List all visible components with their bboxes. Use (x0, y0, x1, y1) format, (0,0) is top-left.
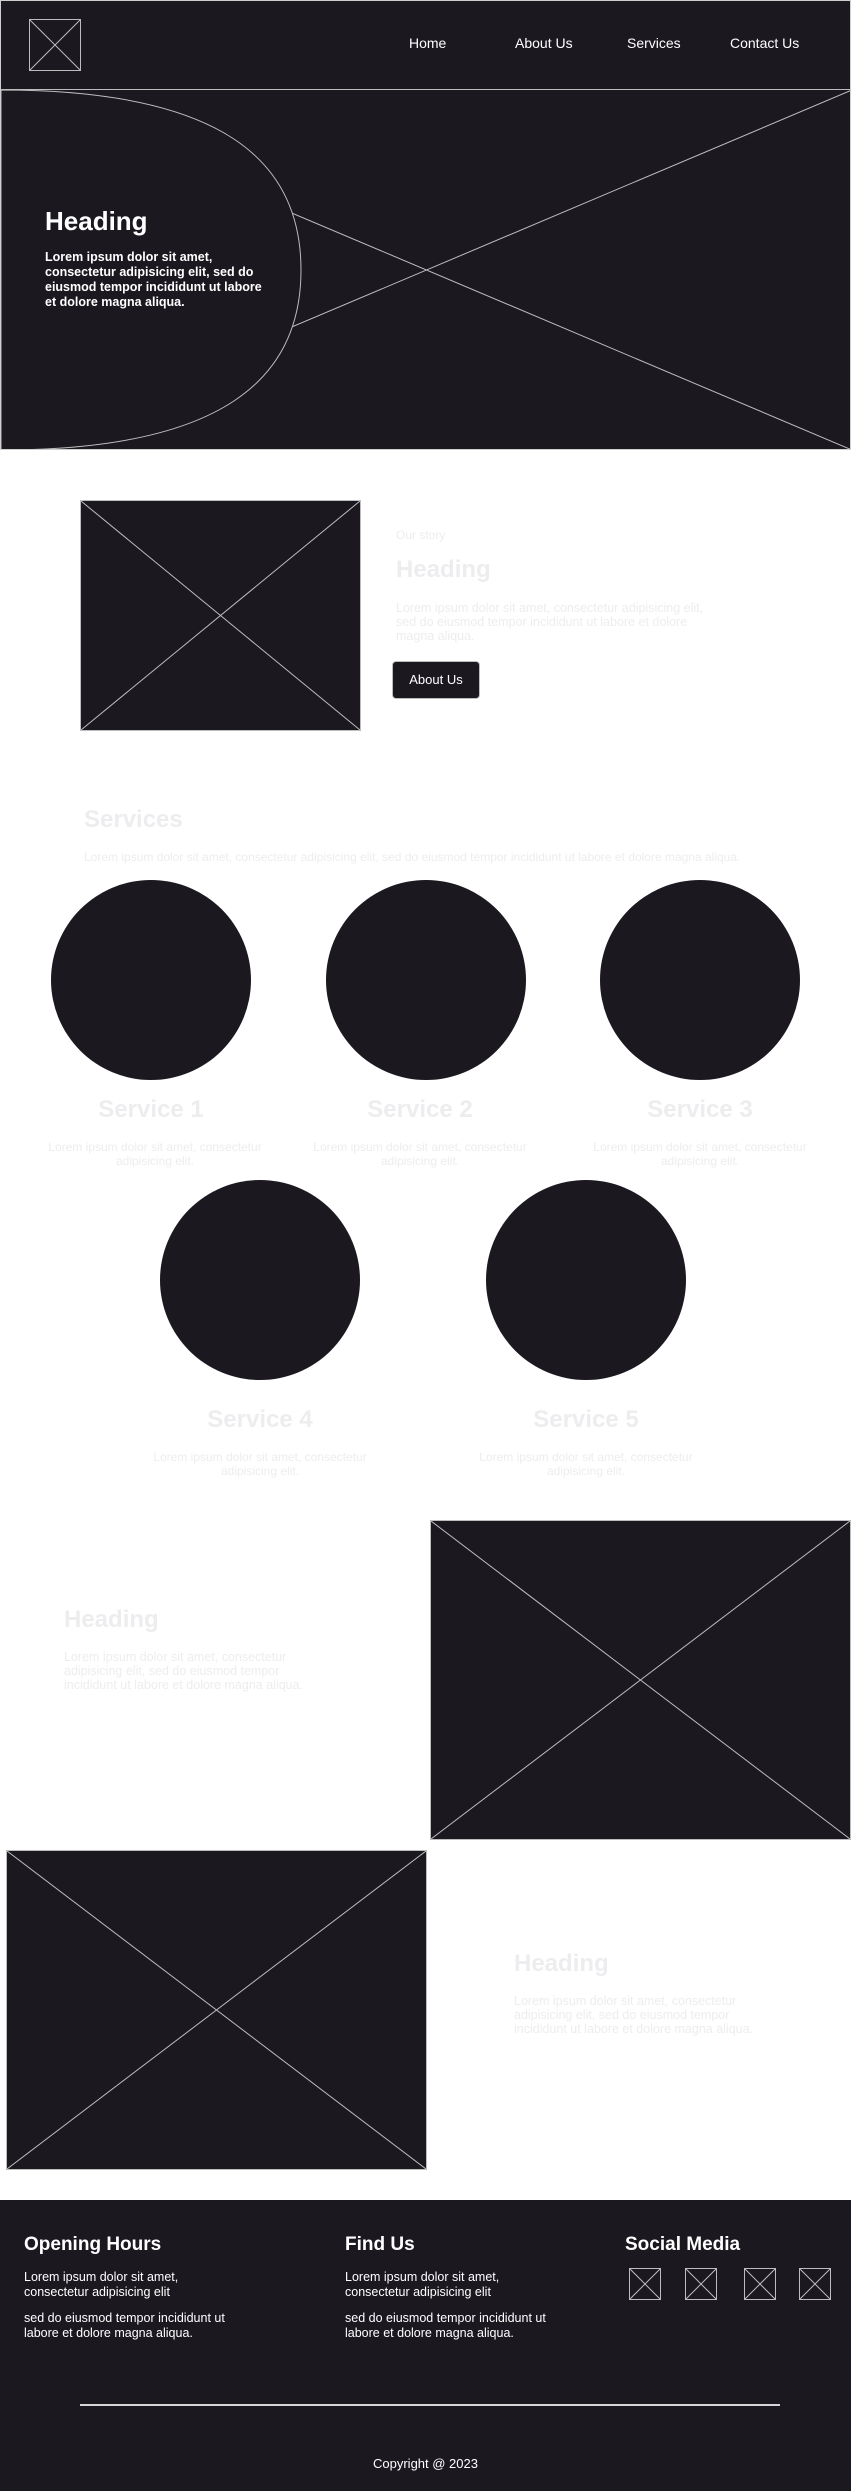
service-5-image (486, 1180, 686, 1380)
feature-1-image-placeholder-icon (430, 1520, 851, 1840)
copyright-text: Copyright @ 2023 (373, 2456, 478, 2471)
service-5-title: Service 5 (533, 1406, 639, 1433)
services-subtitle: Lorem ipsum dolor sit amet, consectetur … (84, 850, 741, 864)
service-3-text: Lorem ipsum dolor sit amet, consectetur … (593, 1140, 807, 1168)
navbar: Home About Us Services Contact Us (0, 0, 851, 90)
about-eyebrow: Our story (396, 528, 446, 542)
feature-2-image-placeholder-icon (6, 1850, 427, 2170)
social-1-icon[interactable] (629, 2268, 661, 2300)
social-media-heading: Social Media (625, 2234, 741, 2255)
service-1-title: Service 1 (98, 1096, 204, 1123)
social-3-icon[interactable] (744, 2268, 776, 2300)
find-us-heading: Find Us (345, 2234, 415, 2255)
service-1-text: Lorem ipsum dolor sit amet, consectetur … (48, 1140, 262, 1168)
feature-2-text: Lorem ipsum dolor sit amet, consectetur … (514, 1994, 754, 2036)
about-image-placeholder-icon (80, 500, 361, 731)
service-4-text: Lorem ipsum dolor sit amet, consectetur … (153, 1450, 367, 1478)
services-heading: Services (84, 806, 183, 833)
opening-hours-heading: Opening Hours (24, 2234, 162, 2255)
find-us-line-1: Lorem ipsum dolor sit amet, consectetur … (345, 2270, 500, 2299)
service-3-title: Service 3 (647, 1096, 753, 1123)
service-4-title: Service 4 (207, 1406, 313, 1433)
service-3-image (600, 880, 800, 1080)
service-4-image (160, 1180, 360, 1380)
feature-1-text: Lorem ipsum dolor sit amet, consectetur … (64, 1650, 304, 1692)
nav-link-about-us[interactable]: About Us (515, 35, 573, 51)
nav-link-contact-us[interactable]: Contact Us (730, 35, 799, 51)
footer-divider (80, 2404, 780, 2406)
find-us-line-2: sed do eiusmod tempor incididunt ut labo… (345, 2311, 546, 2340)
about-us-button[interactable]: About Us (392, 661, 480, 699)
feature-2-heading: Heading (514, 1950, 609, 1977)
feature-1-heading: Heading (64, 1606, 159, 1633)
service-2-text: Lorem ipsum dolor sit amet, consectetur … (313, 1140, 527, 1168)
nav-link-home[interactable]: Home (409, 35, 446, 51)
logo-placeholder-icon[interactable] (29, 19, 81, 71)
nav-link-services[interactable]: Services (627, 35, 681, 51)
about-heading: Heading (396, 556, 491, 583)
hero-text: Lorem ipsum dolor sit amet, consectetur … (45, 250, 262, 309)
about-text: Lorem ipsum dolor sit amet, consectetur … (396, 601, 704, 643)
service-1-image (51, 880, 251, 1080)
hero-heading: Heading (45, 206, 148, 236)
hero-section: Heading Lorem ipsum dolor sit amet, cons… (0, 90, 851, 450)
service-2-image (326, 880, 526, 1080)
social-4-icon[interactable] (799, 2268, 831, 2300)
service-2-title: Service 2 (367, 1096, 473, 1123)
service-5-text: Lorem ipsum dolor sit amet, consectetur … (479, 1450, 693, 1478)
social-2-icon[interactable] (685, 2268, 717, 2300)
opening-hours-line-1: Lorem ipsum dolor sit amet, consectetur … (24, 2270, 179, 2299)
opening-hours-line-2: sed do eiusmod tempor incididunt ut labo… (24, 2311, 225, 2340)
